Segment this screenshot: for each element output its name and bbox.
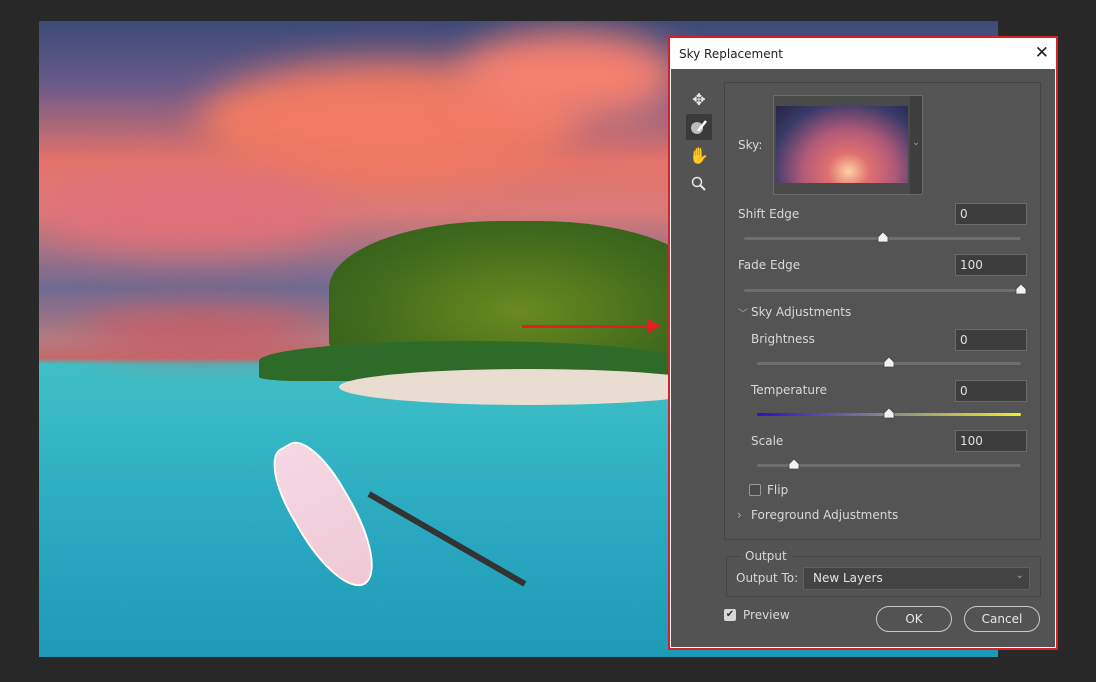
brightness-label: Brightness <box>751 332 815 346</box>
shift-edge-label: Shift Edge <box>738 207 800 221</box>
flip-checkbox[interactable] <box>749 484 761 496</box>
slider-thumb[interactable] <box>883 357 895 368</box>
boat <box>259 431 391 600</box>
scale-label: Scale <box>751 434 784 448</box>
slider-thumb[interactable] <box>788 459 800 470</box>
flip-label: Flip <box>767 483 789 497</box>
chevron-right-icon[interactable]: › <box>737 508 742 522</box>
temperature-label: Temperature <box>751 383 828 397</box>
scale-input[interactable]: 100 <box>955 430 1027 452</box>
ok-button[interactable]: OK <box>876 606 952 632</box>
close-icon[interactable]: ✕ <box>1035 43 1049 63</box>
zoom-icon[interactable] <box>686 171 712 197</box>
preview-label: Preview <box>743 608 790 622</box>
output-to-value: New Layers <box>813 571 883 585</box>
brightness-input[interactable]: 0 <box>955 329 1027 351</box>
annotation-arrow-head <box>648 319 661 333</box>
preview-checkbox[interactable]: ✔ <box>724 609 736 621</box>
brightness-slider[interactable] <box>757 357 1021 368</box>
beach <box>339 369 719 405</box>
cloud <box>79 311 319 351</box>
output-to-select[interactable]: New Layers ⌄ <box>803 567 1030 590</box>
move-icon[interactable]: ✥ <box>686 86 712 112</box>
slider-thumb[interactable] <box>1015 284 1027 295</box>
shift-edge-slider[interactable] <box>744 232 1021 243</box>
sky-preset-picker[interactable]: ⌄ <box>773 95 923 195</box>
chevron-down-icon[interactable]: ⌄ <box>910 96 922 194</box>
shift-edge-input[interactable]: 0 <box>955 203 1027 225</box>
sky-brush-icon[interactable] <box>686 114 712 140</box>
cancel-button[interactable]: Cancel <box>964 606 1040 632</box>
output-group-label: Output <box>740 549 792 563</box>
hand-icon[interactable]: ✋ <box>686 142 712 168</box>
temperature-input[interactable]: 0 <box>955 380 1027 402</box>
dialog-title: Sky Replacement <box>679 47 783 61</box>
slider-thumb[interactable] <box>883 408 895 419</box>
sky-adjustments-toggle[interactable]: Sky Adjustments <box>751 305 851 319</box>
cloud <box>459 31 679 121</box>
slider-thumb[interactable] <box>877 232 889 243</box>
cloud <box>39 171 339 251</box>
foreground-adjustments-toggle[interactable]: Foreground Adjustments <box>751 508 898 522</box>
sky-label: Sky: <box>738 138 763 152</box>
chevron-down-icon: ⌄ <box>1015 570 1024 581</box>
sky-thumbnail <box>776 106 908 183</box>
fade-edge-input[interactable]: 100 <box>955 254 1027 276</box>
fade-edge-slider[interactable] <box>744 284 1027 295</box>
scale-slider[interactable] <box>757 459 1021 470</box>
temperature-slider[interactable] <box>757 408 1021 419</box>
title-bar[interactable]: Sky Replacement ✕ <box>671 39 1055 69</box>
outrigger <box>367 491 527 587</box>
fade-edge-label: Fade Edge <box>738 258 801 272</box>
chevron-down-icon[interactable]: ﹀ <box>738 305 748 320</box>
annotation-arrow <box>522 325 650 328</box>
output-to-label: Output To: <box>736 571 799 585</box>
